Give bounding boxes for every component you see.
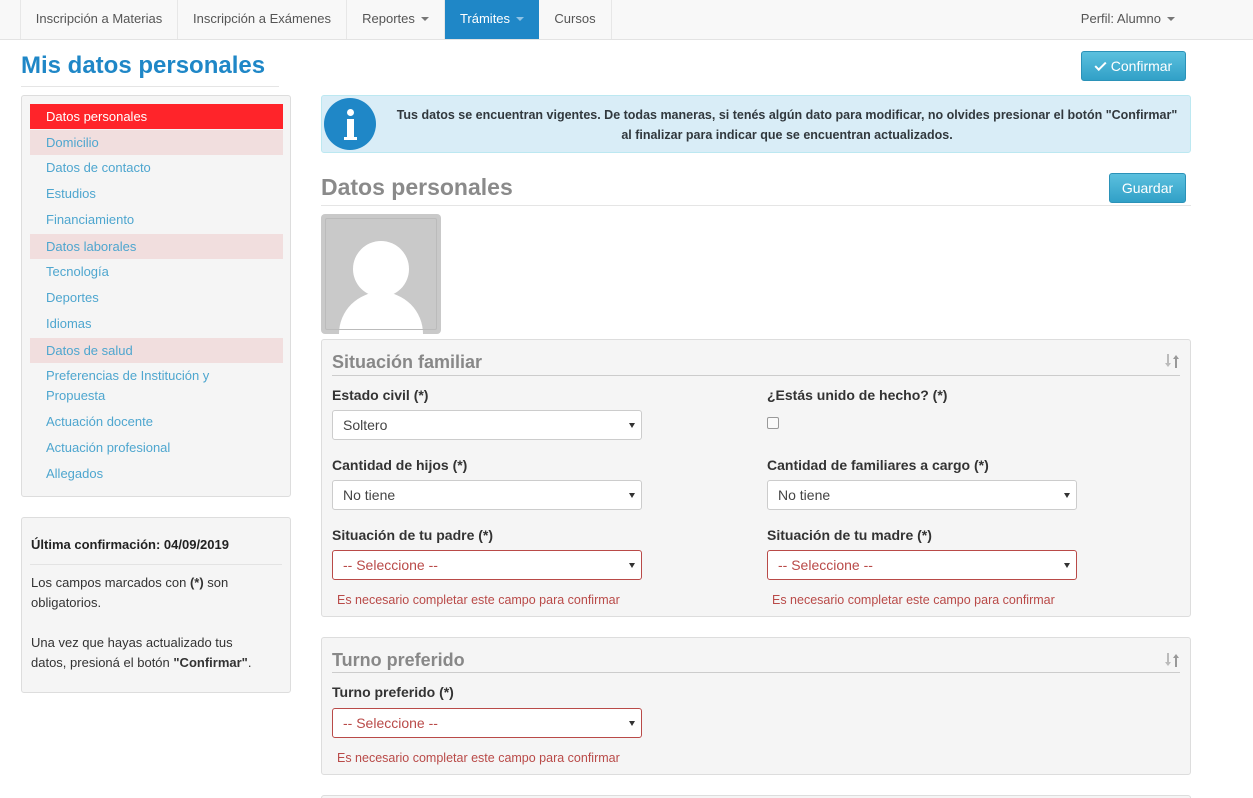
select-value: -- Seleccione -- — [343, 715, 438, 731]
sidebar-item-datos-laborales[interactable]: Datos laborales — [30, 234, 283, 259]
title-divider — [21, 86, 279, 87]
note-text: . — [247, 655, 252, 670]
unido-de-hecho-label: ¿Estás unido de hecho? (*) — [767, 387, 948, 403]
estado-civil-label: Estado civil (*) — [332, 387, 429, 403]
sidebar-item-estudios[interactable]: Estudios — [30, 181, 283, 207]
confirm-mention: "Confirmar" — [173, 655, 248, 670]
alert-message: Tus datos se encuentran vigentes. De tod… — [396, 108, 1178, 142]
confirmation-info-box: Última confirmación: 04/09/2019 Los camp… — [21, 517, 291, 693]
select-value: -- Seleccione -- — [343, 557, 438, 573]
nav-inscripcion-examenes[interactable]: Inscripción a Exámenes — [178, 0, 347, 39]
sidebar-nav: Datos personales Domicilio Datos de cont… — [21, 95, 291, 497]
chevron-down-icon — [629, 493, 635, 498]
sidebar-item-financiamiento[interactable]: Financiamiento — [30, 207, 283, 233]
required-mark: (*) — [189, 575, 204, 590]
cantidad-hijos-select[interactable]: No tiene — [332, 480, 642, 510]
turno-preferido-select[interactable]: -- Seleccione -- — [332, 708, 642, 738]
chevron-down-icon — [1064, 563, 1070, 568]
nav-label: Cursos — [554, 11, 596, 26]
confirm-label: Confirmar — [1110, 58, 1173, 74]
panel-situacion-familiar: Situación familiar Estado civil (*) Solt… — [321, 339, 1191, 617]
sidebar-item-preferencias[interactable]: Preferencias de Institución y Propuesta — [30, 366, 230, 406]
select-value: -- Seleccione -- — [778, 557, 873, 573]
padre-error-message: Es necesario completar este campo para c… — [337, 593, 620, 607]
chevron-down-icon — [629, 721, 635, 726]
nav-label: Trámites — [459, 11, 511, 26]
sidebar-item-tecnologia[interactable]: Tecnología — [30, 259, 283, 285]
situacion-padre-label: Situación de tu padre (*) — [332, 527, 494, 543]
turno-preferido-label: Turno preferido (*) — [332, 684, 454, 700]
caret-down-icon — [1167, 16, 1175, 21]
sidebar-item-allegados[interactable]: Allegados — [30, 461, 283, 487]
collapse-sort-icon[interactable] — [1164, 353, 1180, 369]
nav-inscripcion-materias[interactable]: Inscripción a Materias — [20, 0, 178, 39]
profile-menu[interactable]: Perfil: Alumno — [1081, 0, 1175, 39]
caret-down-icon — [516, 16, 525, 21]
panel-turno-preferido: Turno preferido Turno preferido (*) -- S… — [321, 637, 1191, 775]
nav-label: Inscripción a Exámenes — [192, 11, 331, 26]
familiares-cargo-select[interactable]: No tiene — [767, 480, 1077, 510]
sidebar-item-datos-contacto[interactable]: Datos de contacto — [30, 155, 283, 181]
info-icon — [324, 98, 376, 150]
page-title: Mis datos personales — [21, 52, 266, 79]
nav-cursos[interactable]: Cursos — [539, 0, 612, 39]
sidebar-item-domicilio[interactable]: Domicilio — [30, 130, 283, 155]
panel-title: Situación familiar — [332, 352, 483, 372]
nav-label: Inscripción a Materias — [35, 11, 163, 26]
cantidad-hijos-label: Cantidad de hijos (*) — [332, 457, 468, 473]
situacion-padre-select[interactable]: -- Seleccione -- — [332, 550, 642, 580]
select-value: No tiene — [343, 487, 396, 503]
avatar[interactable] — [321, 214, 441, 334]
madre-error-message: Es necesario completar este campo para c… — [772, 593, 1055, 607]
panel-divider — [332, 375, 1180, 376]
sidebar-item-idiomas[interactable]: Idiomas — [30, 311, 283, 337]
panel-title: Turno preferido — [332, 650, 465, 670]
check-icon — [1094, 58, 1107, 71]
section-title: Datos personales — [321, 174, 513, 200]
profile-label: Perfil: Alumno — [1080, 11, 1161, 26]
note-text: Los campos marcados con — [31, 575, 190, 590]
avatar-frame — [325, 218, 437, 330]
select-value: Soltero — [343, 417, 388, 433]
confirm-button[interactable]: Confirmar — [1081, 51, 1186, 81]
sidebar-item-datos-personales[interactable]: Datos personales — [30, 104, 283, 129]
panel-divider — [332, 672, 1180, 673]
sidebar-item-actuacion-docente[interactable]: Actuación docente — [30, 409, 283, 435]
sidebar-item-actuacion-profesional[interactable]: Actuación profesional — [30, 435, 283, 461]
familiares-cargo-label: Cantidad de familiares a cargo (*) — [767, 457, 989, 473]
nav-reportes[interactable]: Reportes — [347, 0, 445, 39]
select-value: No tiene — [778, 487, 831, 503]
situacion-madre-select[interactable]: -- Seleccione -- — [767, 550, 1077, 580]
estado-civil-select[interactable]: Soltero — [332, 410, 642, 440]
top-navbar: Inscripción a Materias Inscripción a Exá… — [0, 0, 1253, 40]
nav-tramites[interactable]: Trámites — [445, 0, 539, 39]
situacion-madre-label: Situación de tu madre (*) — [767, 527, 932, 543]
info-divider — [30, 564, 282, 565]
caret-down-icon — [420, 16, 429, 21]
chevron-down-icon — [629, 563, 635, 568]
chevron-down-icon — [1064, 493, 1070, 498]
unido-de-hecho-checkbox[interactable] — [767, 417, 779, 429]
update-note: Una vez que hayas actualizado tus datos,… — [31, 633, 271, 673]
info-alert: Tus datos se encuentran vigentes. De tod… — [321, 95, 1191, 153]
sidebar-item-deportes[interactable]: Deportes — [30, 285, 283, 311]
last-confirmation: Última confirmación: 04/09/2019 — [31, 537, 229, 552]
sidebar-item-datos-salud[interactable]: Datos de salud — [30, 338, 283, 363]
section-divider — [321, 205, 1191, 206]
nav-label: Reportes — [362, 11, 415, 26]
chevron-down-icon — [629, 423, 635, 428]
required-fields-note: Los campos marcados con (*) son obligato… — [31, 573, 271, 613]
turno-error-message: Es necesario completar este campo para c… — [337, 751, 620, 765]
collapse-sort-icon[interactable] — [1164, 652, 1180, 668]
save-button[interactable]: Guardar — [1109, 173, 1186, 203]
